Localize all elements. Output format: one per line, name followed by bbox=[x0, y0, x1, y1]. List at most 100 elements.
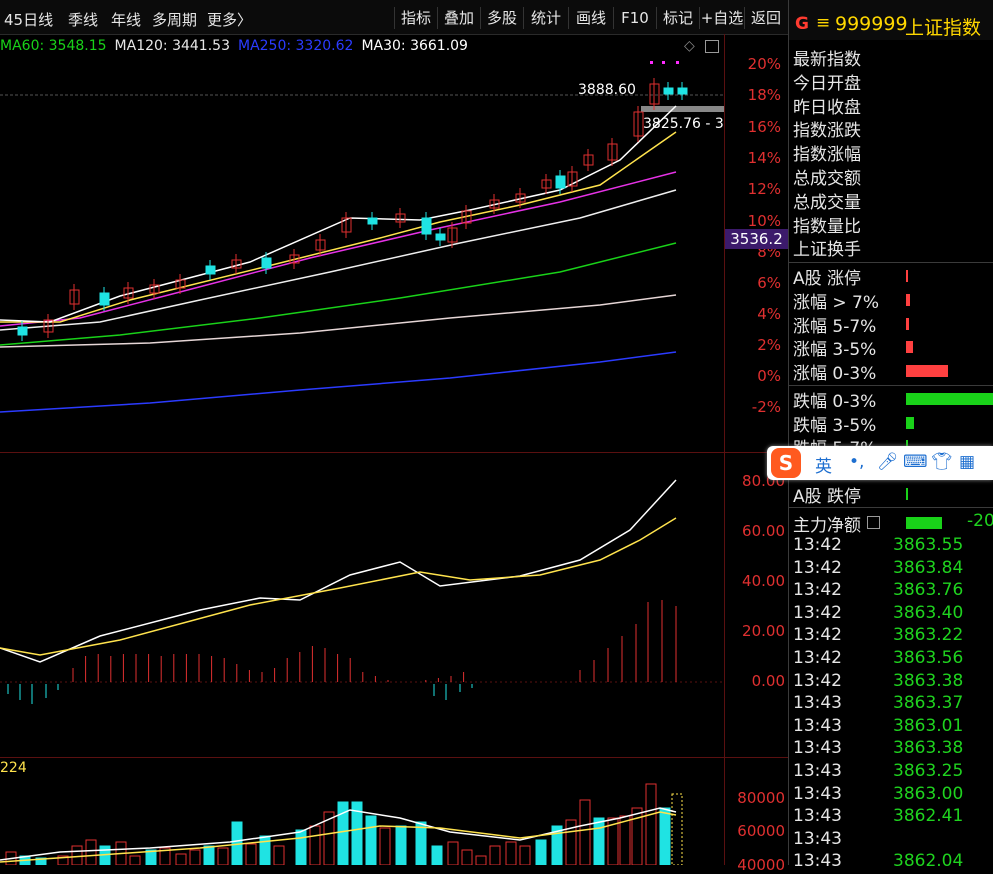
volume-bar bbox=[295, 829, 307, 865]
quote-field-label: 指数涨幅 bbox=[793, 145, 861, 166]
volume-label: 224 bbox=[0, 760, 27, 776]
sogou-logo-icon[interactable]: S bbox=[771, 448, 801, 478]
tick-price: 3863.84 bbox=[893, 557, 964, 578]
pct-tick: 4% bbox=[757, 305, 781, 323]
volume-bar bbox=[475, 855, 487, 865]
pct-tick: -2% bbox=[751, 398, 781, 416]
breadth-label: 涨幅 3-5% bbox=[793, 340, 877, 360]
volume-bar bbox=[203, 845, 215, 865]
volume-bar bbox=[645, 783, 657, 865]
volume-tick: 80000 bbox=[737, 789, 785, 807]
tick-price: 3863.22 bbox=[893, 625, 964, 646]
volume-bar bbox=[461, 849, 473, 865]
volume-bar bbox=[415, 821, 427, 865]
ime-punct-toggle[interactable]: •, bbox=[849, 452, 864, 472]
breadth-bar bbox=[906, 365, 949, 377]
volume-bar bbox=[71, 845, 83, 865]
pct-tick: 6% bbox=[757, 274, 781, 292]
breadth-bar bbox=[906, 393, 993, 405]
tick-price: 3862.04 bbox=[893, 851, 964, 872]
stock-code: 999999 bbox=[835, 13, 908, 35]
main-force-bar bbox=[906, 517, 942, 529]
candlestick bbox=[99, 292, 110, 306]
ime-toolbar[interactable]: S 英 •, 🎤︎ ⌨ 👕︎ ▦ bbox=[767, 446, 993, 480]
divider bbox=[789, 385, 993, 386]
tick-price: 3863.38 bbox=[893, 670, 964, 691]
tick-time: 13:43 bbox=[793, 851, 842, 872]
macd-tick: 0.00 bbox=[751, 672, 785, 690]
menu-icon[interactable]: ≡ bbox=[816, 13, 830, 33]
breadth-label: 涨幅 0-3% bbox=[793, 364, 877, 384]
tick-time: 13:43 bbox=[793, 738, 842, 759]
volume-bar bbox=[519, 845, 531, 865]
volume-tick: 60000 bbox=[737, 822, 785, 840]
quote-field-label: 今日开盘 bbox=[793, 73, 861, 94]
dea-line bbox=[0, 517, 677, 656]
signal-dot bbox=[676, 61, 679, 64]
panel-divider bbox=[0, 452, 788, 453]
candlestick bbox=[205, 265, 216, 275]
breadth-bar bbox=[906, 270, 908, 282]
quote-header: G ≡ 999999 上证指数 bbox=[789, 0, 993, 40]
tick-price: 3863.40 bbox=[893, 602, 964, 623]
candlestick bbox=[555, 175, 566, 189]
volume-bar bbox=[447, 841, 459, 865]
tick-price: 3863.38 bbox=[893, 738, 964, 759]
pct-tick: 20% bbox=[747, 55, 781, 73]
quote-field-label: 指数量比 bbox=[793, 216, 861, 237]
breadth-label: A股 跌停 bbox=[793, 487, 862, 507]
microphone-icon[interactable]: 🎤︎ bbox=[877, 452, 899, 472]
macd-tick: 60.00 bbox=[742, 522, 785, 540]
tick-price: 3863.37 bbox=[893, 693, 964, 714]
high-price-label: 3888.60 bbox=[578, 82, 636, 98]
tick-time: 13:42 bbox=[793, 670, 842, 691]
volume-bar bbox=[365, 815, 377, 865]
breadth-bar bbox=[906, 488, 908, 500]
keyboard-icon[interactable]: ⌨ bbox=[903, 452, 928, 472]
volume-bar bbox=[431, 845, 443, 865]
volume-bar bbox=[395, 825, 407, 865]
skin-icon[interactable]: 👕︎ bbox=[931, 452, 953, 472]
pct-tick: 14% bbox=[747, 149, 781, 167]
signal-dot bbox=[662, 61, 665, 64]
breadth-bar bbox=[906, 417, 914, 429]
volume-bar bbox=[129, 855, 141, 865]
volume-bar bbox=[309, 825, 321, 865]
tick-time: 13:43 bbox=[793, 828, 842, 849]
volume-bar bbox=[619, 815, 631, 865]
tick-time: 13:42 bbox=[793, 535, 842, 555]
quote-field-label: 总成交量 bbox=[793, 192, 861, 213]
breadth-label: 涨幅 > 7% bbox=[793, 293, 880, 313]
volume-bar bbox=[535, 839, 547, 865]
quote-field-label: 指数涨跌 bbox=[793, 121, 861, 142]
volume-bar bbox=[217, 847, 229, 865]
main-force-value: -20 bbox=[967, 511, 993, 531]
ma5-line bbox=[0, 105, 677, 323]
macd-tick: 40.00 bbox=[742, 572, 785, 590]
divider bbox=[789, 262, 993, 263]
tick-time: 13:43 bbox=[793, 761, 842, 781]
candlestick bbox=[677, 87, 688, 95]
pct-tick: 18% bbox=[747, 86, 781, 104]
dif-line bbox=[0, 479, 677, 663]
breadth-label: 跌幅 3-5% bbox=[793, 416, 877, 436]
pct-tick: 16% bbox=[747, 118, 781, 136]
volume-bar bbox=[671, 793, 683, 865]
breadth-bar bbox=[906, 318, 909, 330]
volume-bar bbox=[659, 807, 671, 865]
list-icon[interactable] bbox=[867, 516, 880, 529]
volume-bar bbox=[175, 853, 187, 865]
tick-price: 3863.56 bbox=[893, 648, 964, 668]
tick-price: 3863.01 bbox=[893, 715, 964, 736]
ime-language-toggle[interactable]: 英 bbox=[815, 452, 832, 477]
quote-field-label: 最新指数 bbox=[793, 50, 861, 70]
volume-bar bbox=[245, 843, 257, 865]
breadth-bar bbox=[906, 341, 914, 353]
candlestick bbox=[421, 217, 432, 235]
breadth-label: A股 涨停 bbox=[793, 269, 862, 289]
tick-price: 3863.00 bbox=[893, 783, 964, 804]
apps-grid-icon[interactable]: ▦ bbox=[959, 452, 975, 472]
pct-tick: 12% bbox=[747, 180, 781, 198]
g-badge-icon: G bbox=[795, 14, 809, 34]
low-price-label: 3825.76 - 3 bbox=[643, 116, 724, 132]
